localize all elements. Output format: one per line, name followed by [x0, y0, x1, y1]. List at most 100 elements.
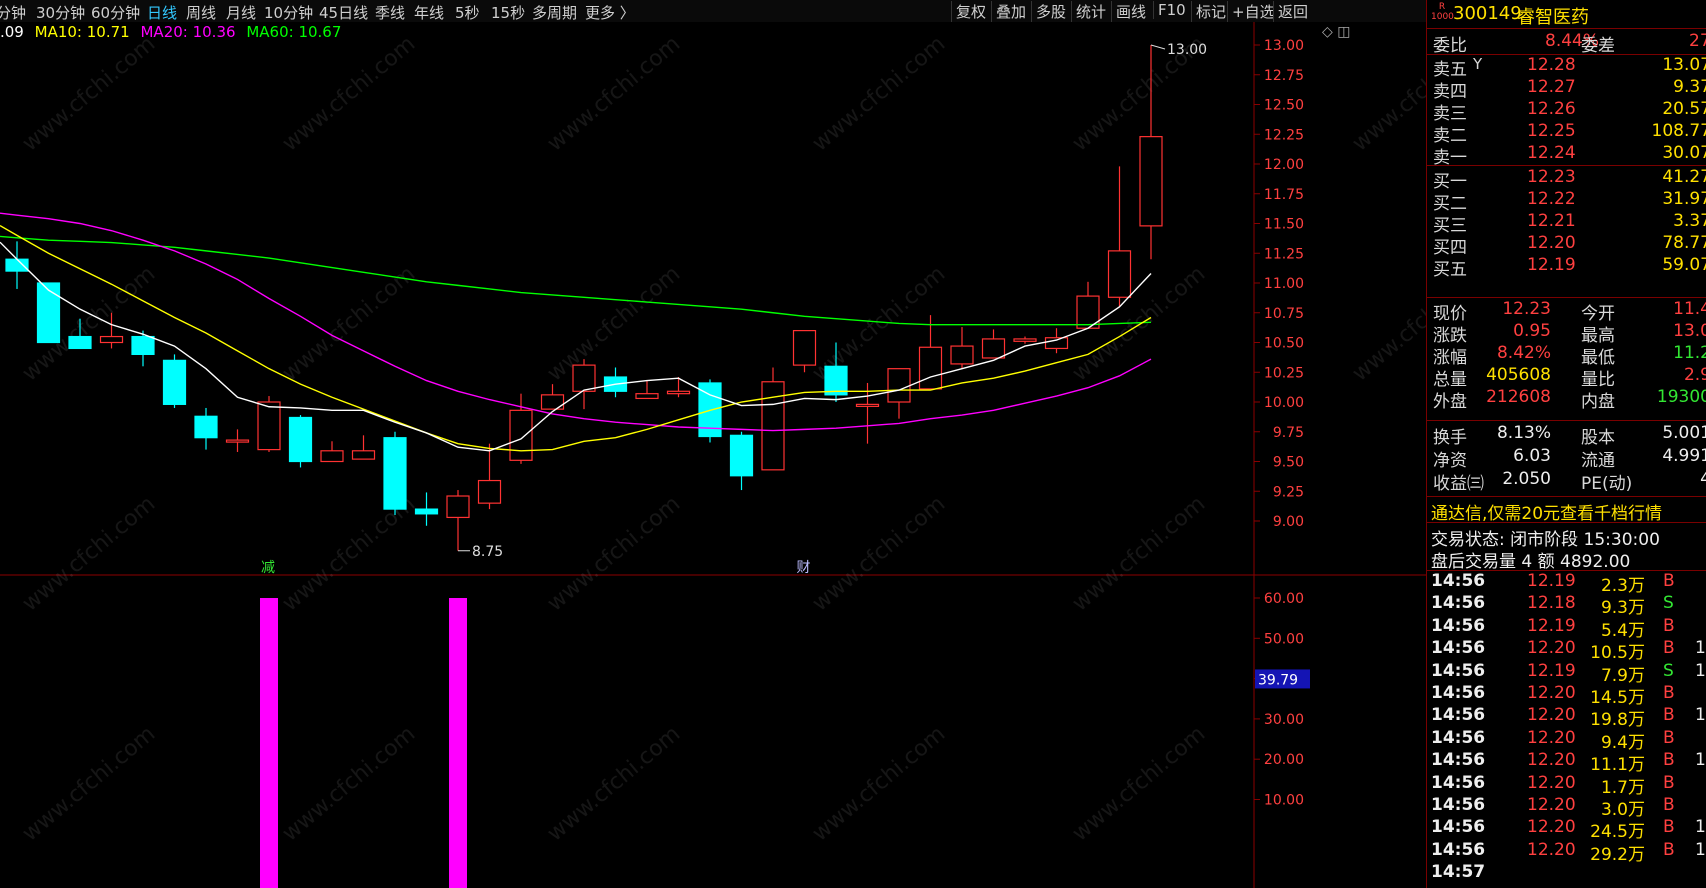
order-book-row[interactable]: 买二 12.22 31.97 — [1427, 189, 1706, 214]
period-tab-3[interactable]: 日线 — [147, 2, 177, 23]
chart-settings-icons[interactable]: ◇ ◫ — [1322, 24, 1350, 40]
order-book-row[interactable]: 买一 12.23 41.27 — [1427, 167, 1706, 192]
order-book-row[interactable]: 卖二 12.25 108.77 — [1427, 121, 1706, 146]
stat-value: 8.42% — [1496, 343, 1551, 363]
candle-body — [257, 401, 281, 451]
quote-panel: R 1000 300149 睿智医药 委比 8.44% 委差 27 卖五 Y 12.… — [1426, 0, 1706, 888]
order-book-row[interactable]: 买三 12.21 3.37 — [1427, 211, 1706, 236]
order-book-row[interactable]: 卖四 12.27 9.37 — [1427, 77, 1706, 102]
price-axis-label: 9.25 — [1273, 484, 1304, 500]
level2-promo[interactable]: 通达信,仅需20元查看千档行情 — [1431, 499, 1662, 524]
order-book-row[interactable]: 卖一 12.24 30.07 — [1427, 143, 1706, 168]
candle — [1107, 166, 1132, 307]
candle-body — [887, 368, 911, 403]
tick-side: B — [1663, 683, 1675, 703]
period-tab-7[interactable]: 45日线 — [319, 2, 368, 23]
candle — [918, 315, 943, 390]
period-tab-1[interactable]: 30分钟 — [36, 2, 85, 23]
toolbar-button-7[interactable]: +自选 — [1227, 1, 1279, 22]
watermark: www.cfchi.com — [1068, 721, 1210, 846]
tick-time: 14:56 — [1431, 727, 1486, 748]
period-tab-0[interactable]: 分钟 — [0, 2, 26, 23]
kline-chart[interactable]: www.cfchi.com www.cfchi.com www.cfchi.com w… — [0, 22, 1426, 888]
toolbar-button-8[interactable]: 返回 — [1273, 1, 1312, 22]
toolbar-button-5[interactable]: F10 — [1153, 1, 1190, 19]
period-tab-9[interactable]: 年线 — [414, 2, 444, 23]
candle-body — [288, 416, 313, 463]
order-volume: 78.77 — [1662, 233, 1706, 253]
tick-count: 1 — [1695, 660, 1706, 681]
tick-volume: 9.3万 — [1600, 598, 1645, 619]
tick-side: B — [1663, 839, 1675, 860]
candle-body — [981, 338, 1006, 359]
order-price: 12.19 — [1527, 255, 1576, 275]
stat-value: 19300 — [1656, 387, 1706, 407]
candle — [981, 329, 1006, 359]
toolbar-button-1[interactable]: 叠加 — [991, 1, 1030, 22]
toolbar-button-6[interactable]: 标记 — [1191, 1, 1230, 22]
order-book-row[interactable]: 买五 12.19 59.07 — [1427, 255, 1706, 280]
indicator-axis-label: 50.00 — [1264, 631, 1304, 647]
watermark: www.cfchi.com — [543, 721, 685, 846]
candle-body — [225, 439, 250, 443]
toolbar-button-2[interactable]: 多股 — [1031, 1, 1070, 22]
high-marker-line — [1150, 44, 1166, 50]
tick-volume: 2.3万 — [1600, 576, 1645, 596]
watermark: www.cfchi.com — [1348, 261, 1426, 386]
stock-name: 睿智医药 — [1517, 7, 1589, 28]
indicator-axis-label: 20.00 — [1264, 752, 1304, 768]
order-price: 12.23 — [1527, 167, 1576, 187]
candle-body — [131, 335, 155, 355]
stat-value: 212608 — [1486, 387, 1551, 407]
period-tab-4[interactable]: 周线 — [186, 2, 216, 23]
after-hours-volume: 盘后交易量 4 额 4892.00 — [1431, 552, 1631, 572]
period-tab-10[interactable]: 5秒 — [455, 2, 480, 23]
tick-price: 12.19 — [1527, 615, 1576, 636]
period-tab-6[interactable]: 10分钟 — [264, 2, 313, 23]
watermark: www.cfchi.com — [278, 491, 420, 616]
tick-volume: 10.5万 — [1590, 643, 1645, 664]
tick-time: 14:56 — [1431, 638, 1486, 659]
tick-price: 12.20 — [1527, 750, 1576, 771]
order-price: 12.28 — [1527, 55, 1576, 75]
order-book-row[interactable]: 卖五 Y 12.28 13.07 — [1427, 55, 1706, 80]
tick-price: 12.20 — [1527, 727, 1576, 748]
tick-price: 12.20 — [1527, 638, 1576, 659]
tick-count: 1 — [1695, 839, 1706, 860]
watermark: www.cfchi.com — [18, 491, 160, 616]
order-book-row[interactable]: 买四 12.20 78.77 — [1427, 233, 1706, 258]
period-tab-12[interactable]: 多周期 — [532, 2, 577, 23]
price-axis-label: 9.50 — [1273, 455, 1304, 471]
toolbar-button-4[interactable]: 画线 — [1111, 1, 1150, 22]
tick-time: 14:56 — [1431, 615, 1486, 636]
period-tab-13[interactable]: 更多 〉 — [585, 2, 635, 23]
tick-price: 12.20 — [1527, 795, 1576, 815]
watermark: www.cfchi.com — [18, 31, 160, 156]
order-volume: 9.37 — [1673, 77, 1706, 97]
tick-volume: 3.0万 — [1600, 800, 1645, 820]
tick-price: 12.20 — [1527, 817, 1576, 838]
order-book-row[interactable]: 卖三 12.26 20.57 — [1427, 99, 1706, 124]
candle — [666, 377, 691, 398]
divider — [1427, 420, 1706, 421]
period-tab-2[interactable]: 60分钟 — [91, 2, 140, 23]
stat-label: 换手 — [1433, 428, 1467, 448]
stat-label: 流通 — [1581, 451, 1615, 471]
watermark: www.cfchi.com — [1068, 491, 1210, 616]
toolbar-button-0[interactable]: 复权 — [951, 1, 990, 22]
period-tab-8[interactable]: 季线 — [375, 2, 405, 23]
tick-side: B — [1663, 727, 1675, 748]
toolbar-button-3[interactable]: 统计 — [1071, 1, 1110, 22]
tick-row: 14:56 12.20 9.4万 B — [1427, 727, 1706, 753]
tick-row: 14:56 12.18 9.3万 S — [1427, 593, 1706, 619]
period-tab-11[interactable]: 15秒 — [491, 2, 525, 23]
period-tab-5[interactable]: 月线 — [226, 2, 256, 23]
candle-body — [1044, 337, 1069, 350]
price-axis: 13.00 12.75 12.50 12.25 12.00 11.75 11.50 11.25… — [1254, 38, 1304, 530]
event-mark: 减 — [261, 560, 275, 576]
order-price: 12.26 — [1527, 99, 1576, 119]
price-axis-label: 10.75 — [1264, 306, 1304, 322]
stock-header: R 1000 300149 睿智医药 — [1427, 0, 1706, 28]
tick-side: B — [1663, 795, 1675, 815]
stat-value: 0.95 — [1513, 321, 1551, 341]
